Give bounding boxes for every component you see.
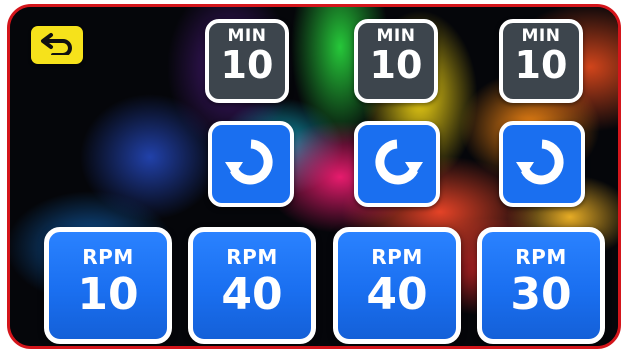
- timer-2-button[interactable]: MIN 10: [354, 19, 438, 103]
- speed-2-label: RPM: [226, 245, 278, 269]
- timer-3-button[interactable]: MIN 10: [499, 19, 583, 103]
- direction-3-button[interactable]: [499, 121, 585, 207]
- timer-2-value: 10: [369, 43, 423, 87]
- timer-1-value: 10: [220, 43, 274, 87]
- speed-3-value: 40: [366, 269, 428, 320]
- speed-4-value: 30: [510, 269, 572, 320]
- rotate-clockwise-icon: [367, 132, 427, 196]
- speed-3-button[interactable]: RPM 40: [333, 227, 461, 344]
- back-button[interactable]: [31, 26, 83, 64]
- app-screen-frame: MIN 10 MIN 10 MIN 10 RPM 10 RPM 40 RPM 4…: [7, 4, 621, 349]
- return-arrow-icon: [39, 31, 75, 59]
- timer-1-button[interactable]: MIN 10: [205, 19, 289, 103]
- speed-1-button[interactable]: RPM 10: [44, 227, 172, 344]
- speed-4-label: RPM: [515, 245, 567, 269]
- speed-4-button[interactable]: RPM 30: [477, 227, 605, 344]
- speed-1-value: 10: [77, 269, 139, 320]
- speed-2-value: 40: [221, 269, 283, 320]
- speed-2-button[interactable]: RPM 40: [188, 227, 316, 344]
- speed-3-label: RPM: [371, 245, 423, 269]
- direction-2-button[interactable]: [354, 121, 440, 207]
- direction-1-button[interactable]: [208, 121, 294, 207]
- speed-1-label: RPM: [82, 245, 134, 269]
- rotate-counterclockwise-icon: [512, 132, 572, 196]
- timer-3-value: 10: [514, 43, 568, 87]
- rotate-counterclockwise-icon: [221, 132, 281, 196]
